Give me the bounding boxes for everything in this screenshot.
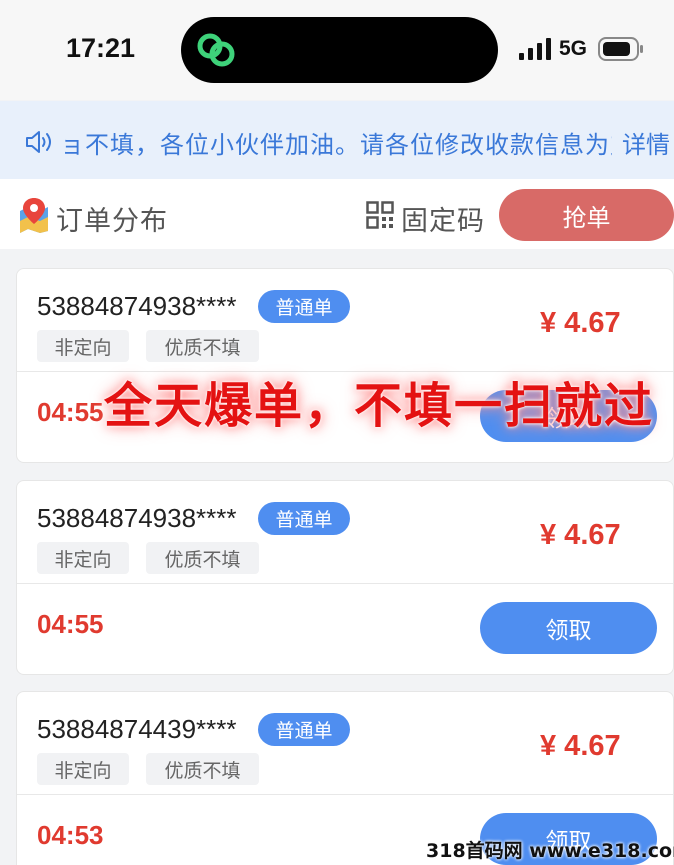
order-type-badge: 普通单 [258,502,350,535]
order-price: ¥ 4.67 [540,519,621,551]
tag-quality: 优质不填 [146,330,259,362]
countdown-timer: 04:55 [37,397,104,427]
order-price: ¥ 4.67 [540,307,621,339]
order-card: 53884874938**** 普通单 非定向 优质不填 ¥ 4.67 04:5… [16,480,674,675]
order-type-badge: 普通单 [258,290,350,323]
status-bar: 17:21 5G [0,0,674,100]
qr-code-icon[interactable] [366,201,394,229]
notice-marquee: ョ不填，各位小伙伴加油。请各位修改收款信息为支 [60,101,612,179]
order-price: ¥ 4.67 [540,730,621,762]
order-number: 53884874938**** [37,291,237,321]
fixed-code-link[interactable]: 固定码 [401,199,485,238]
countdown-timer: 04:55 [37,609,104,639]
tag-quality: 优质不填 [146,753,259,785]
claim-button[interactable]: 领取 [480,602,657,654]
order-number: 53884874938**** [37,503,237,533]
site-watermark: 318首码网 www.e318.com [426,840,674,862]
dynamic-island [181,17,498,83]
notice-detail-link[interactable]: 详情 [622,125,670,160]
countdown-timer: 04:53 [37,820,104,850]
card-divider [17,794,673,795]
tag-quality: 优质不填 [146,542,259,574]
notice-text: ョ不填，各位小伙伴加油。请各位修改收款信息为支 [60,131,612,159]
toolbar: 订单分布 固定码 抢单 [0,179,674,249]
battery-icon [598,37,643,61]
signal-icon [519,38,551,60]
notice-banner[interactable]: ョ不填，各位小伙伴加油。请各位修改收款信息为支 详情 [0,101,674,179]
link-app-icon [197,33,235,67]
tag-non-directed: 非定向 [37,753,129,785]
order-distribution-link[interactable]: 订单分布 [56,199,168,238]
tag-non-directed: 非定向 [37,330,129,362]
order-type-badge: 普通单 [258,713,350,746]
speaker-icon [26,131,51,153]
grab-order-button[interactable]: 抢单 [499,189,674,241]
network-type: 5G [559,37,588,60]
promo-overlay-text: 全天爆单，不填一扫就过 [104,378,655,434]
card-divider [17,583,673,584]
order-number: 53884874439**** [37,714,237,744]
map-pin-icon[interactable] [18,197,50,233]
status-time: 17:21 [66,33,136,63]
tag-non-directed: 非定向 [37,542,129,574]
